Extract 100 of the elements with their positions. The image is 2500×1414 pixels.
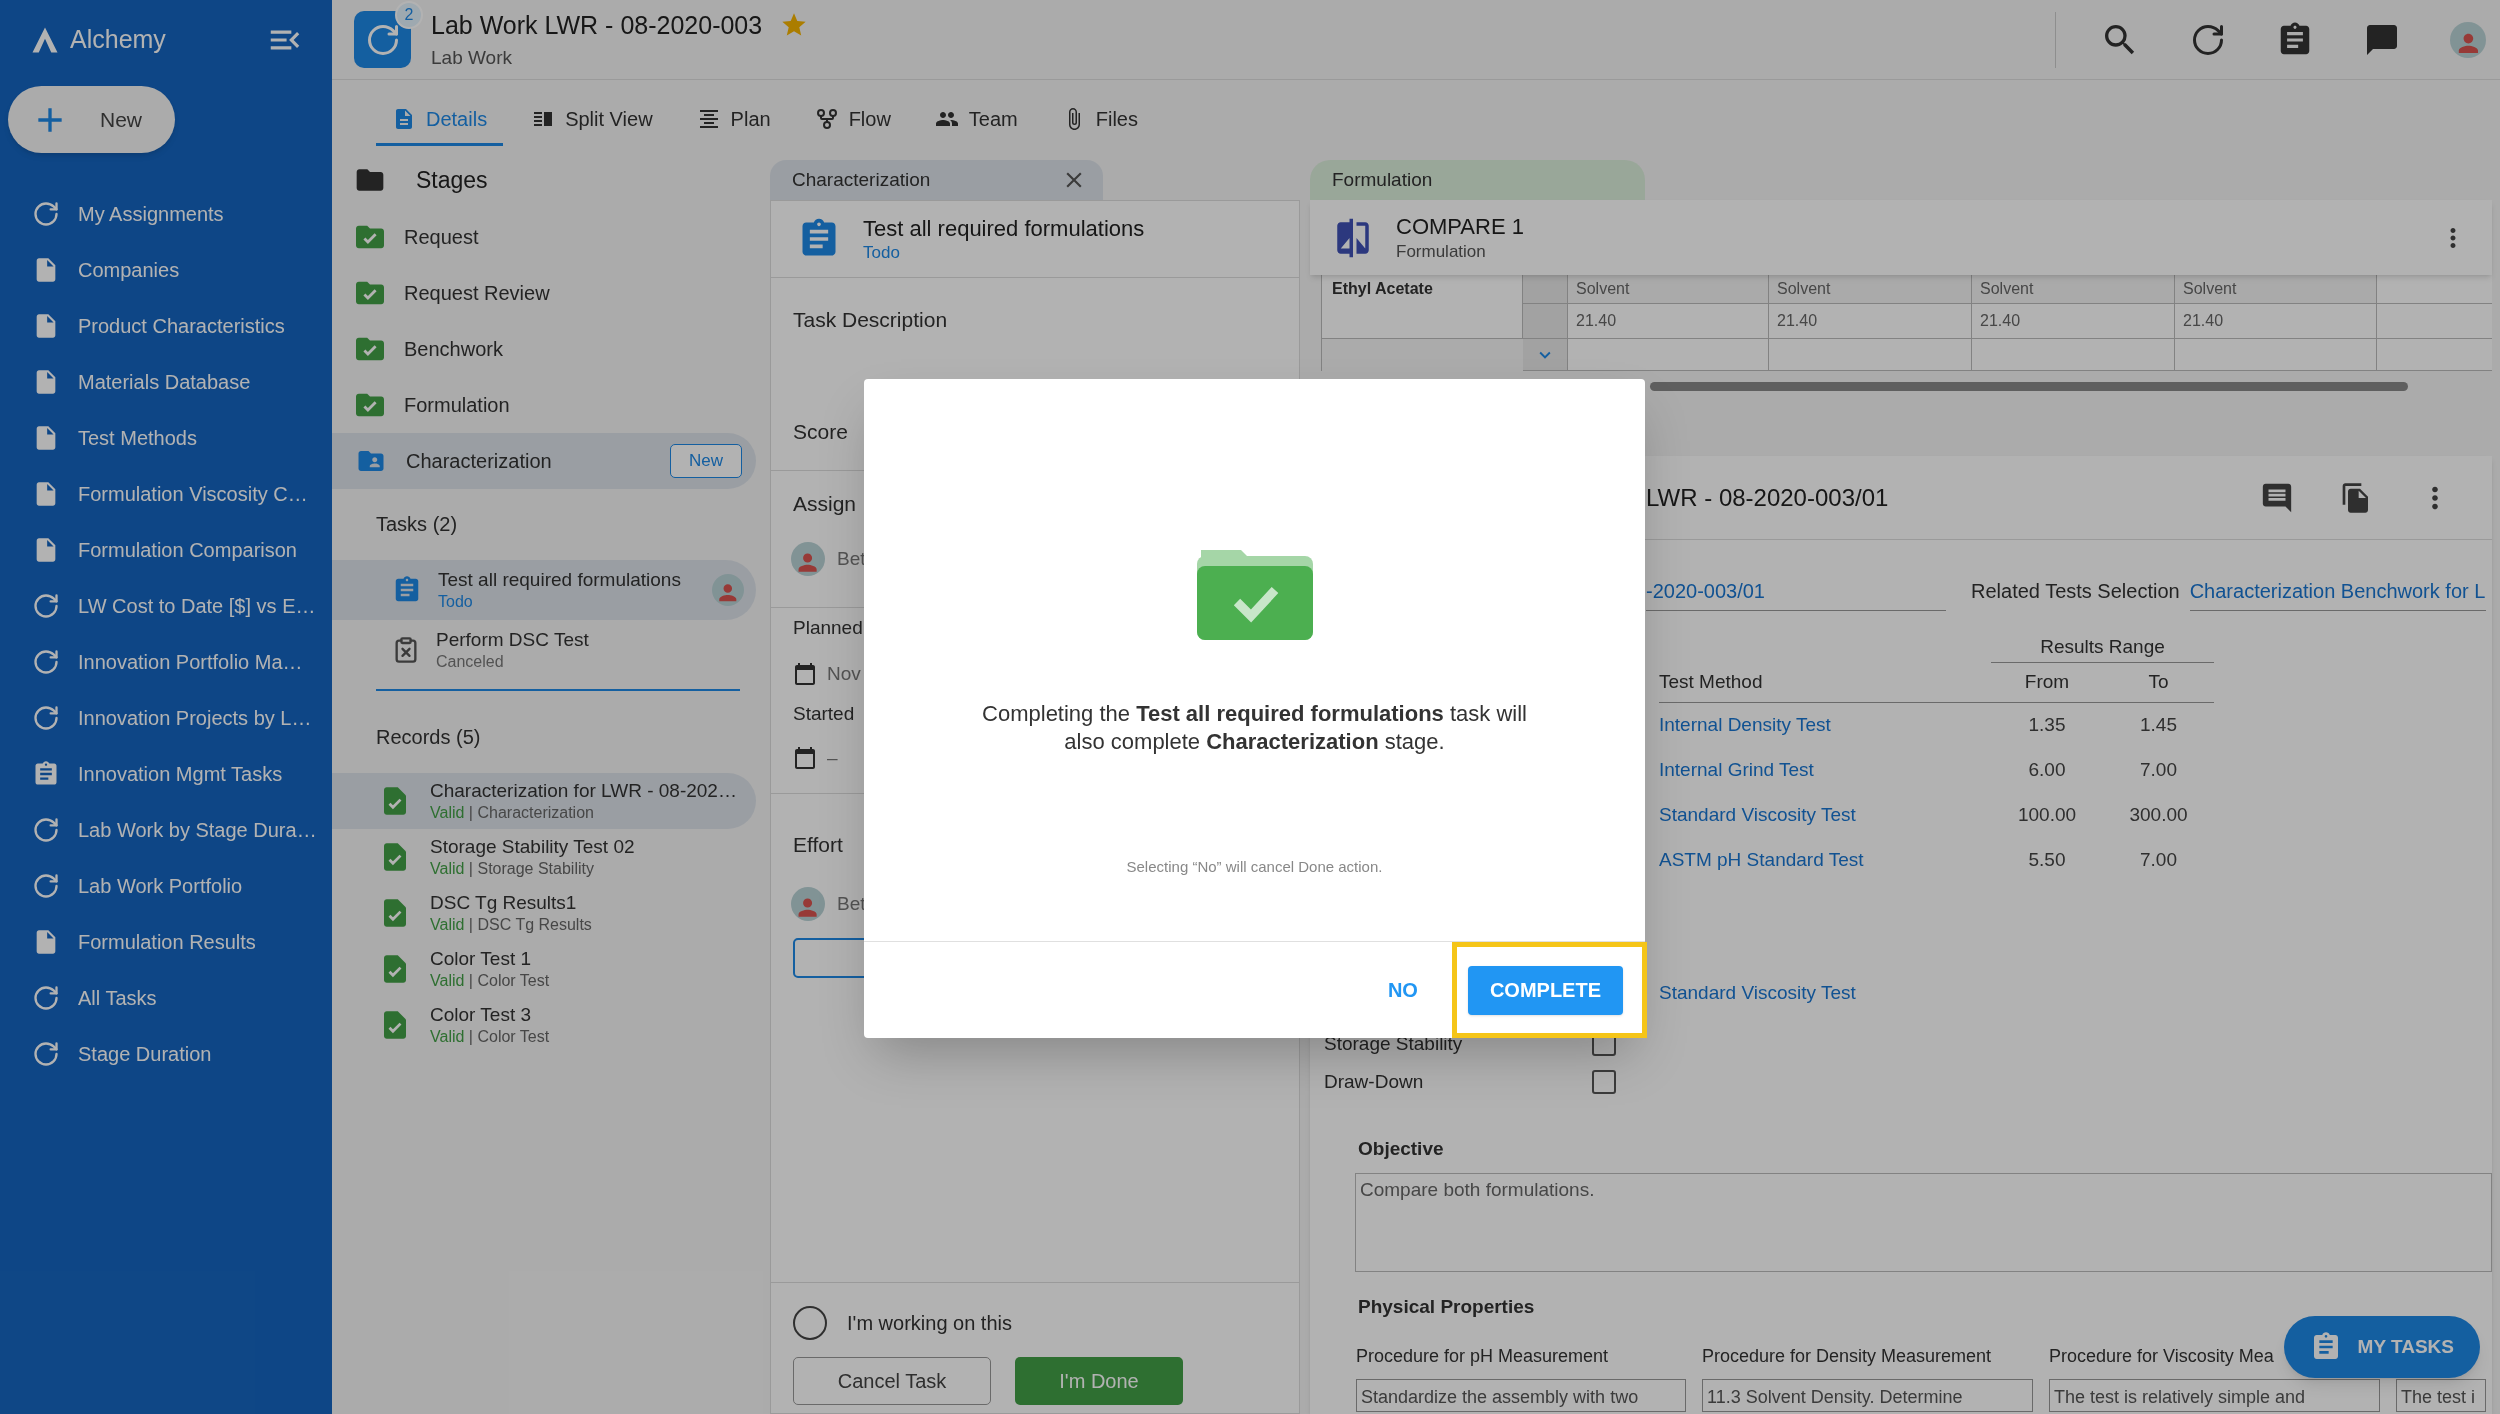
section-title: Tasks (2) xyxy=(375,512,459,537)
my-tasks-button[interactable]: MY TASKS xyxy=(2283,1316,2480,1378)
sidebar-item[interactable]: Materials Database xyxy=(0,354,332,410)
sidebar-item[interactable]: Product Characteristics xyxy=(0,298,332,354)
circular-arrow-icon xyxy=(32,984,60,1012)
column-header: To xyxy=(2147,670,2170,695)
sidebar-item[interactable]: Formulation Comparison xyxy=(0,522,332,578)
avatar-icon xyxy=(791,542,825,576)
field-label: Related Tests Selection xyxy=(1971,579,2180,604)
table-cell-text: 300.00 xyxy=(2128,803,2189,828)
table-cell xyxy=(1523,275,1568,304)
procedure-field[interactable]: The test i xyxy=(2396,1379,2486,1412)
sidebar-item[interactable]: Stage Duration xyxy=(0,1026,332,1082)
sidebar-item[interactable]: LW Cost to Date [$] vs E… xyxy=(0,578,332,634)
sidebar-item[interactable]: Lab Work Portfolio xyxy=(0,858,332,914)
table-cell: Solvent xyxy=(1769,275,1972,304)
folder-check-icon xyxy=(356,281,384,305)
sidebar-item[interactable]: Innovation Projects by L… xyxy=(0,690,332,746)
record-item[interactable]: Color Test 3 Valid | Color Test xyxy=(332,997,756,1053)
stage-item[interactable]: Benchwork xyxy=(332,321,756,377)
checkbox[interactable] xyxy=(1592,1070,1616,1094)
sidebar-item[interactable]: Innovation Mgmt Tasks xyxy=(0,746,332,802)
stage-item[interactable]: Request xyxy=(332,209,756,265)
panel-tab[interactable]: Formulation xyxy=(1310,160,1645,200)
section-title: Records (5) xyxy=(375,725,482,750)
sidebar-item[interactable]: All Tasks xyxy=(0,970,332,1026)
circular-arrow-icon xyxy=(32,704,60,732)
test-method-link[interactable]: Standard Viscosity Test xyxy=(1659,793,1991,838)
section-title: Objective xyxy=(1358,1137,1445,1161)
task-title: Test all required formulations xyxy=(863,214,1145,243)
panel-tab[interactable]: Characterization xyxy=(770,160,1103,200)
sidebar-item[interactable]: Test Methods xyxy=(0,410,332,466)
date-value: Nov xyxy=(827,661,861,686)
radio-button[interactable] xyxy=(793,1306,827,1340)
table-cell: Solvent xyxy=(2175,275,2377,304)
procedure-field[interactable]: Standardize the assembly with two xyxy=(1356,1379,1686,1412)
scrollbar[interactable] xyxy=(1650,381,2408,391)
field-label: Effort xyxy=(793,832,843,858)
folder-check-icon xyxy=(356,225,384,249)
record-item[interactable]: Storage Stability Test 02 Valid | Storage Stability xyxy=(332,829,756,885)
avatar-icon xyxy=(2450,21,2486,58)
document-check-icon xyxy=(384,787,406,815)
section-title: Stages xyxy=(416,165,488,195)
tab[interactable]: Plan xyxy=(680,94,787,146)
column-header: From xyxy=(2023,670,2071,695)
sidebar-item[interactable]: My Assignments xyxy=(0,186,332,242)
task-item[interactable]: Perform DSC Test Canceled xyxy=(332,620,756,680)
table-cell: Ethyl Acetate xyxy=(1322,275,1523,339)
done-button[interactable]: I'm Done xyxy=(1015,1357,1183,1405)
card-title: COMPARE 1 xyxy=(1396,213,1525,241)
radio-label: I'm working on this xyxy=(847,1311,1012,1336)
tab[interactable]: Files xyxy=(1045,94,1154,146)
sidebar-item[interactable]: Formulation Viscosity C… xyxy=(0,466,332,522)
section-title: Physical Properties xyxy=(1358,1295,1536,1319)
tab[interactable]: Team xyxy=(918,94,1034,146)
no-button[interactable]: NO xyxy=(1377,965,1428,1015)
sidebar-item[interactable]: Companies xyxy=(0,242,332,298)
table-cell: 21.40 xyxy=(1972,304,2175,339)
table-cell: 21.40 xyxy=(1568,304,1769,339)
field-label: Assign xyxy=(793,491,857,517)
record-item[interactable]: Color Test 1 Valid | Color Test xyxy=(332,941,756,997)
test-method-link[interactable]: Internal Grind Test xyxy=(1659,748,1991,793)
circular-arrow-icon xyxy=(32,200,60,228)
test-method-link[interactable]: Standard Viscosity Test xyxy=(1659,973,1856,1013)
test-method-link[interactable]: ASTM pH Standard Test xyxy=(1659,838,1991,883)
cancel-task-button[interactable]: Cancel Task xyxy=(793,1357,991,1405)
procedure-field[interactable]: The test is relatively simple and xyxy=(2049,1379,2380,1412)
field-label: Planned xyxy=(793,616,863,640)
tab[interactable]: Split View xyxy=(515,94,669,146)
procedure-field[interactable]: 11.3 Solvent Density. Determine xyxy=(1702,1379,2033,1412)
assignee-name: Bet xyxy=(837,546,866,571)
column-group-header: Results Range xyxy=(2040,635,2165,660)
dialog-note: Selecting “No” will cancel Done action. xyxy=(1126,857,1383,877)
related-tests-field[interactable]: Characterization Benchwork for L xyxy=(2189,571,2486,611)
stage-item[interactable]: Request Review xyxy=(332,265,756,321)
sidebar-item[interactable]: Lab Work by Stage Dura… xyxy=(0,802,332,858)
record-item[interactable]: Characterization for LWR - 08-202… Valid | Characterization xyxy=(332,773,756,829)
card-subtitle: Formulation xyxy=(1396,240,1487,262)
objective-field[interactable]: Compare both formulations. xyxy=(1355,1173,2492,1272)
app-logo-text: Alchemy xyxy=(70,24,166,56)
circular-arrow-icon xyxy=(32,1040,60,1068)
stage-item[interactable]: Characterization New xyxy=(332,433,756,489)
table-cell-text: 7.00 xyxy=(2139,848,2178,873)
sidebar-item[interactable]: Innovation Portfolio Ma… xyxy=(0,634,332,690)
record-id-field[interactable]: -2020-003/01 xyxy=(1646,571,1946,611)
field-label: Procedure for Viscosity Mea xyxy=(2049,1345,2274,1368)
stage-item[interactable]: Formulation xyxy=(332,377,756,433)
date-value: – xyxy=(827,745,838,770)
table-cell-text: 6.00 xyxy=(2027,758,2067,783)
task-item[interactable]: Test all required formulations Todo xyxy=(332,560,756,620)
table-cell-text: 7.00 xyxy=(2139,758,2178,783)
page-title: Lab Work LWR - 08-2020-003 xyxy=(431,9,763,41)
tab[interactable]: Flow xyxy=(798,94,907,146)
document-check-icon xyxy=(384,843,406,871)
record-item[interactable]: DSC Tg Results1 Valid | DSC Tg Results xyxy=(332,885,756,941)
sidebar-item[interactable]: Formulation Results xyxy=(0,914,332,970)
new-button[interactable]: New xyxy=(8,86,175,153)
test-method-link[interactable]: Internal Density Test xyxy=(1659,703,1991,748)
tab[interactable]: Details xyxy=(376,94,504,146)
complete-button[interactable]: COMPLETE xyxy=(1467,965,1623,1015)
